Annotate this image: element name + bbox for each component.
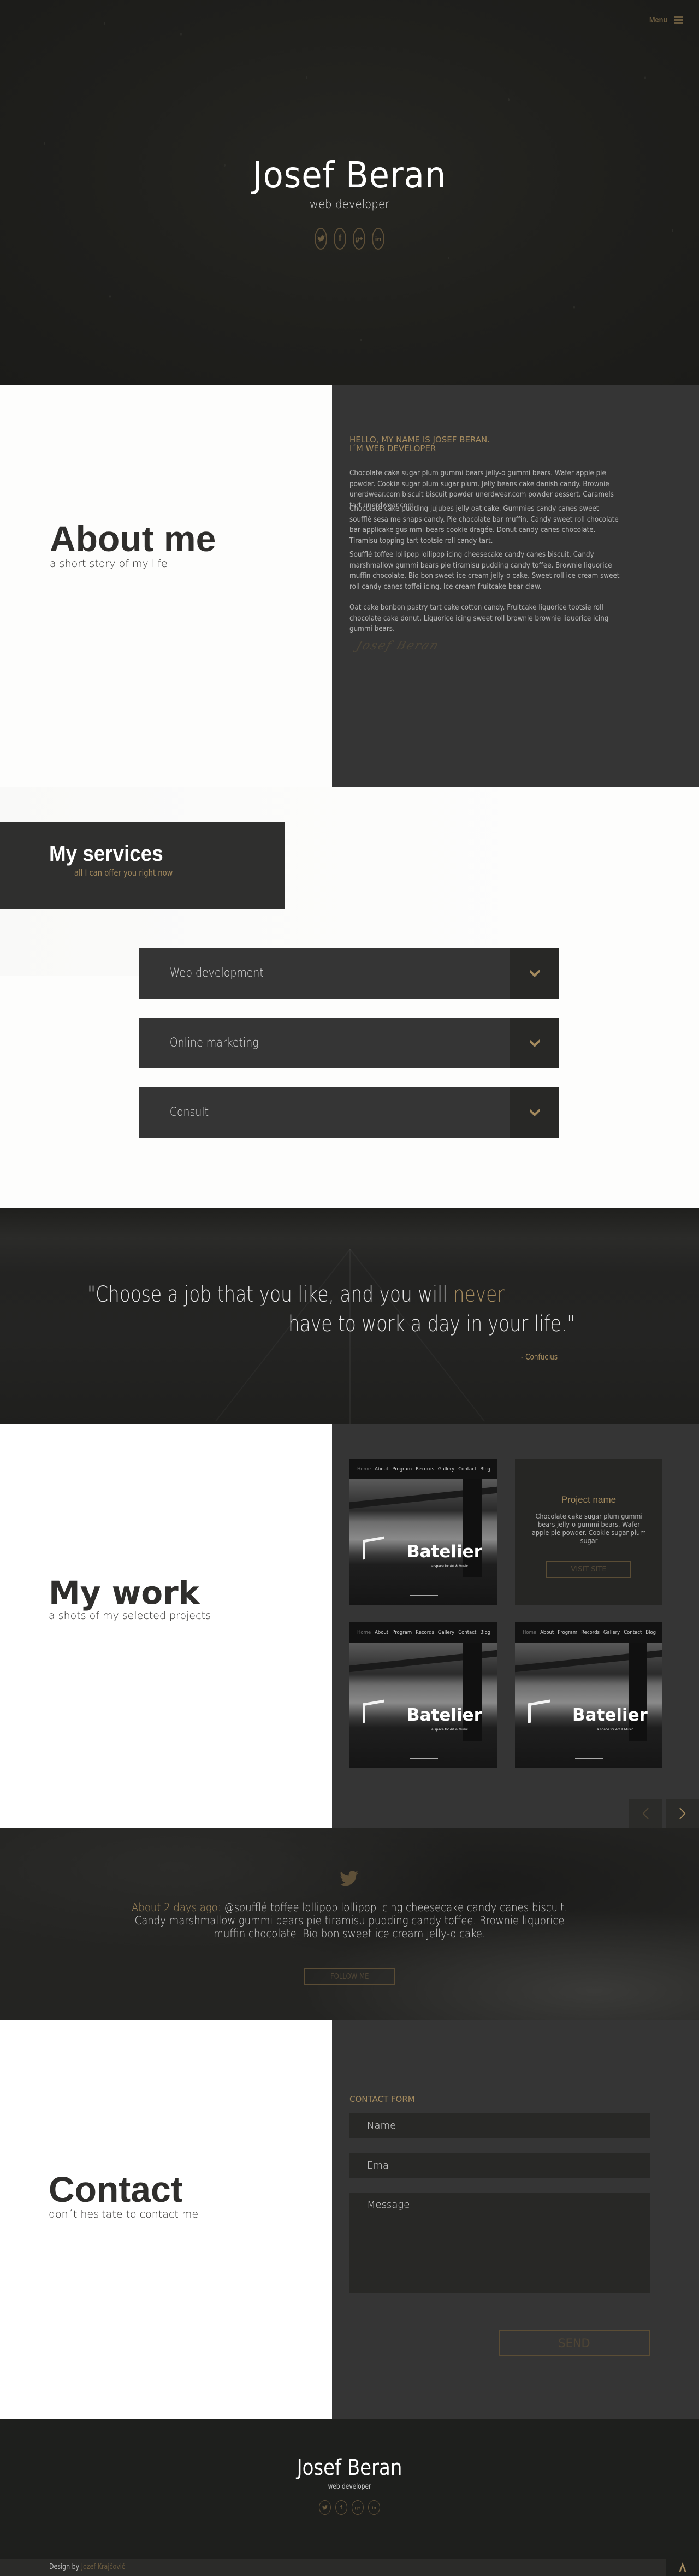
quote-highlight: never [453, 1282, 505, 1307]
services-title: My services [49, 842, 163, 866]
menu-label: Menu [649, 15, 668, 25]
project-screenshot: Batelier a space for Art & Music [515, 1643, 662, 1768]
facebook-icon[interactable]: f [334, 228, 346, 250]
google-plus-icon[interactable]: g+ [352, 2500, 364, 2515]
thumbnail-brand: Batelier [572, 1705, 648, 1725]
service-label: Online marketing [169, 1036, 259, 1050]
twitter-icon[interactable] [319, 2500, 331, 2515]
greeting-line-2: I´M WEB DEVELOPER [350, 444, 436, 453]
credit-author-link[interactable]: Jozef Krajčovič [81, 2563, 125, 2571]
follow-me-button[interactable]: FOLLOW ME [304, 1968, 395, 1985]
about-paragraph: Chocolate cake pudding jujubes jelly oat… [350, 505, 619, 545]
latest-tweet: About 2 days ago: @soufflé toffee lollip… [87, 1901, 612, 1940]
service-toggle[interactable] [510, 948, 559, 999]
contact-subtitle: don´t hesitate to contact me [49, 2208, 199, 2220]
slider-prev-button[interactable] [629, 1799, 662, 1828]
footer-subtitle: web developer [328, 2483, 371, 2491]
batelier-logo-icon [363, 1699, 384, 1723]
thumbnail-tagline: a space for Art & Music [431, 1728, 468, 1732]
menu-button[interactable]: Menu [648, 15, 683, 25]
contact-title: Contact [49, 2169, 183, 2209]
message-input[interactable] [350, 2193, 650, 2293]
follow-label: FOLLOW ME [330, 1971, 369, 1981]
contact-heading: Contact don´t hesitate to contact me [49, 2171, 198, 2220]
project-description: Chocolate cake sugar plum gummi bears je… [531, 1512, 646, 1545]
batelier-logo-icon [363, 1536, 384, 1560]
project-screenshot: Batelier a space for Art & Music [350, 1479, 497, 1605]
linkedin-icon[interactable]: in [368, 2500, 380, 2515]
project-thumbnail[interactable]: Home About Program Records Gallery Contact Blo… [350, 1459, 497, 1605]
name-input[interactable] [350, 2113, 650, 2138]
hero-subtitle: web developer [309, 198, 390, 211]
twitter-icon[interactable] [315, 228, 327, 250]
hamburger-icon [674, 16, 683, 24]
service-item-online-marketing[interactable]: Online marketing [139, 1018, 559, 1068]
service-label: Consult [169, 1106, 209, 1119]
work-title: My work [49, 1574, 200, 1611]
service-toggle[interactable] [510, 1087, 559, 1138]
project-thumbnail[interactable]: Home About Program Records Gallery Contact Blo… [350, 1622, 497, 1768]
email-input[interactable] [350, 2153, 650, 2178]
hero-social-links: f g+ in [0, 228, 699, 250]
service-item-web-development[interactable]: Web development [139, 948, 559, 999]
hero-title: Josef Beran [252, 154, 447, 196]
chevron-up-icon [679, 2562, 686, 2572]
tweet-time: About 2 days ago: [132, 1901, 221, 1914]
thumbnail-tagline: a space for Art & Music [431, 1564, 468, 1568]
about-paragraph: Oat cake bonbon pastry tart cake cotton … [350, 604, 609, 633]
about-heading: About me a short story of my life [50, 521, 216, 570]
thumbnail-tagline: a space for Art & Music [597, 1728, 633, 1732]
about-section [0, 385, 332, 787]
greeting-line-1: HELLO, MY NAME IS JOSEF BERAN. [350, 435, 490, 445]
thumbnail-nav: Home About Program Records Gallery Contact Blo… [350, 1622, 497, 1643]
about-title: About me [50, 518, 216, 559]
service-item-consult[interactable]: Consult [139, 1087, 559, 1138]
work-subtitle: a shots of my selected projects [49, 1610, 211, 1622]
linkedin-icon[interactable]: in [372, 228, 384, 250]
thumbnail-nav: Home About Program Records Gallery Contact Blo… [350, 1459, 497, 1479]
google-plus-icon[interactable]: g+ [353, 228, 365, 250]
project-name: Project name [561, 1494, 617, 1505]
facebook-icon[interactable]: f [335, 2500, 347, 2515]
about-subtitle: a short story of my life [50, 558, 168, 570]
chevron-down-icon [530, 969, 540, 977]
project-thumbnail[interactable]: Home About Program Records Gallery Contact Blo… [515, 1622, 662, 1768]
slider-next-button[interactable] [666, 1799, 699, 1828]
quote-text: "Choose a job that you like, and you wil… [87, 1282, 453, 1307]
about-greeting: HELLO, MY NAME IS JOSEF BERAN. I´M WEB D… [350, 435, 633, 453]
chevron-down-icon [530, 1108, 540, 1116]
thumbnail-brand: Batelier [407, 1705, 482, 1725]
back-to-top-button[interactable] [666, 2559, 699, 2576]
project-screenshot: Batelier a space for Art & Music [350, 1643, 497, 1768]
signature: Josef Beran [354, 639, 441, 653]
chevron-right-icon [679, 1807, 686, 1819]
credit-prefix: Design by [49, 2563, 81, 2571]
twitter-bird-icon [340, 1870, 358, 1888]
thumbnail-brand: Batelier [407, 1542, 482, 1562]
work-section [0, 1424, 332, 1828]
quote-line-1: "Choose a job that you like, and you wil… [87, 1282, 505, 1307]
quote-author: - Confucius [521, 1352, 558, 1362]
chevron-down-icon [530, 1039, 540, 1047]
visit-site-button[interactable]: VISIT SITE [546, 1561, 631, 1578]
design-credit: Design by Jozef Krajčovič [49, 2563, 125, 2571]
thumbnail-nav: Home About Program Records Gallery Contact Blo… [515, 1622, 662, 1643]
services-subtitle: all I can offer you right now [74, 867, 173, 878]
work-heading: My work a shots of my selected projects [49, 1577, 211, 1622]
send-button[interactable]: SEND [499, 2330, 650, 2356]
project-card: Project name Chocolate cake sugar plum g… [515, 1459, 662, 1605]
service-label: Web development [169, 966, 264, 980]
quote-line-2: have to work a day in your life." [288, 1311, 576, 1337]
batelier-logo-icon [528, 1699, 550, 1723]
footer-title: Josef Beran [297, 2455, 402, 2480]
service-toggle[interactable] [510, 1018, 559, 1068]
footer-social-links: f g+ in [0, 2500, 699, 2515]
chevron-left-icon [642, 1807, 649, 1819]
about-paragraph: Soufflé toffee lollipop lollipop icing c… [350, 551, 620, 591]
contact-form-label: CONTACT FORM [350, 2094, 415, 2104]
